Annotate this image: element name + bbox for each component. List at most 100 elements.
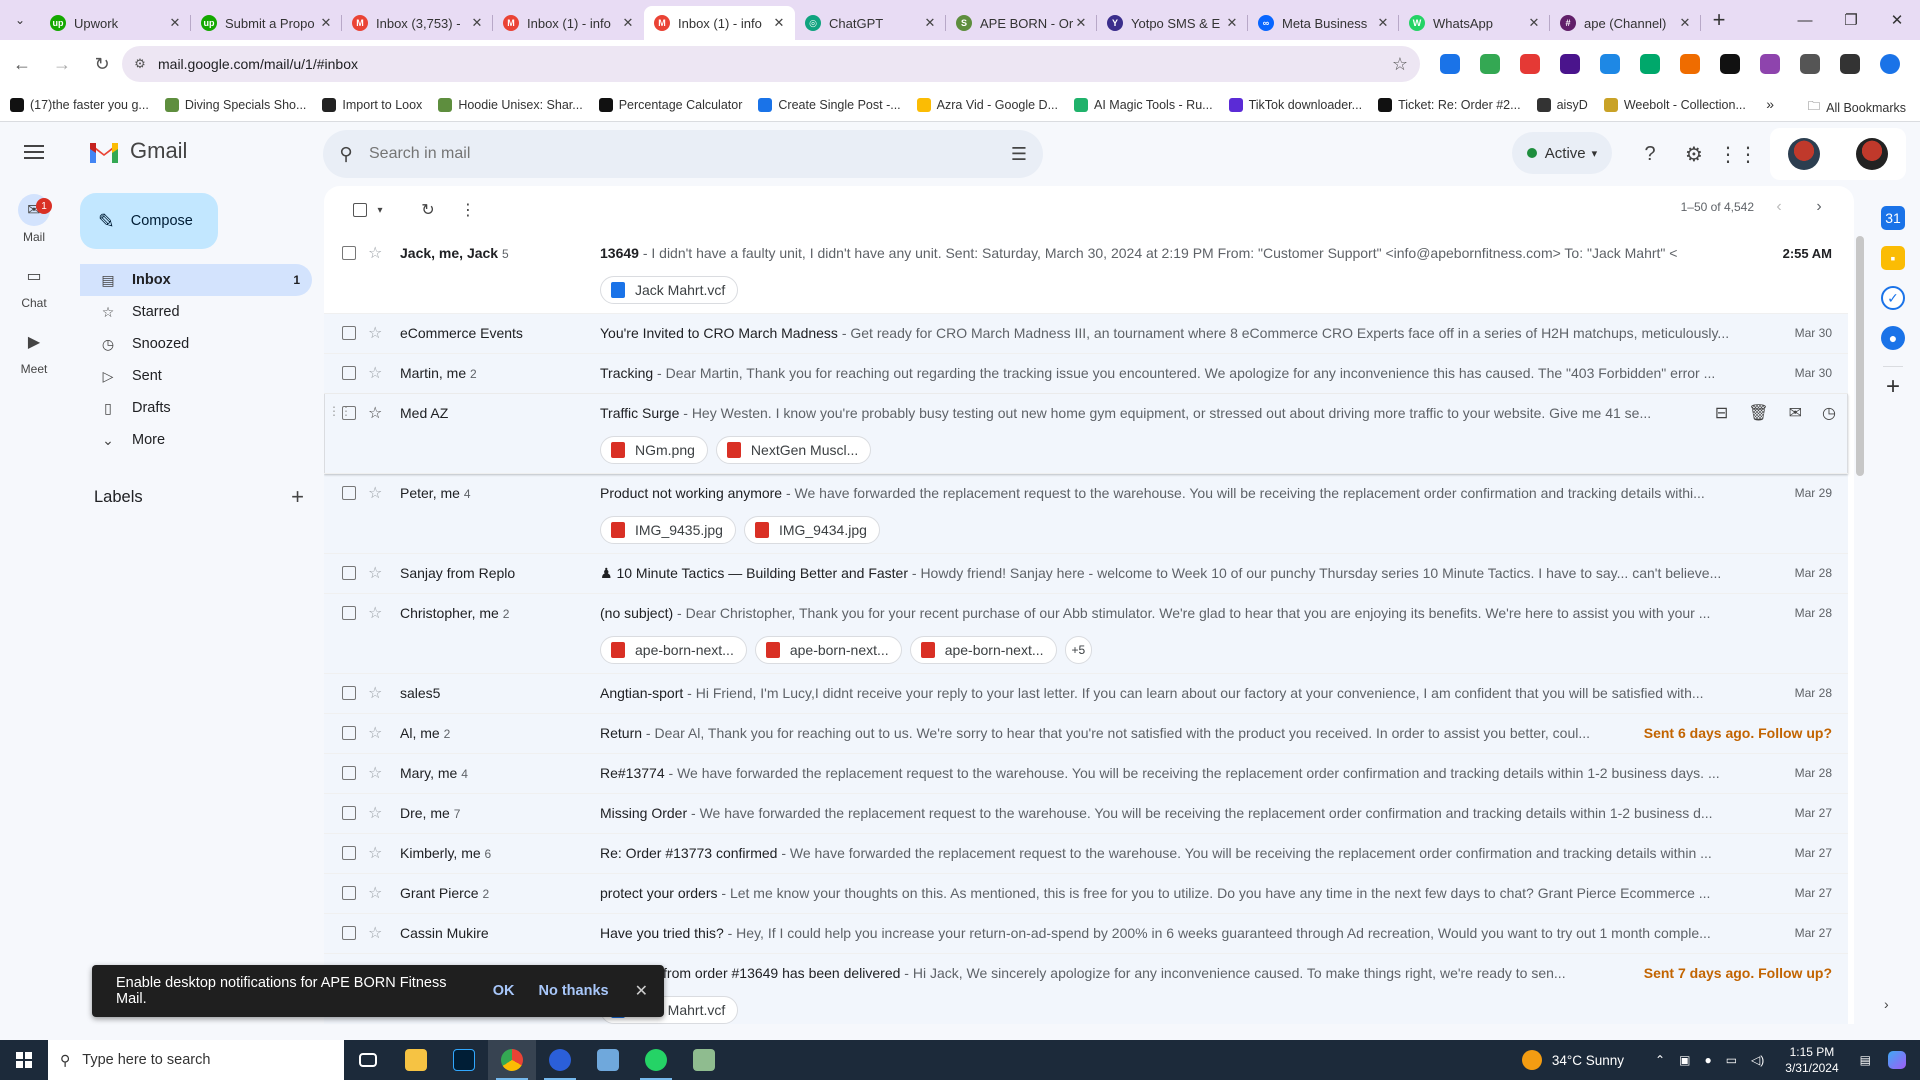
nav-item-sent[interactable]: ▷ Sent (80, 360, 312, 392)
taskbar-search[interactable]: ⚲ Type here to search (48, 1040, 344, 1080)
compose-button[interactable]: ✎ Compose (80, 193, 218, 249)
row-checkbox[interactable] (342, 246, 356, 260)
app-icon[interactable] (584, 1040, 632, 1080)
email-row[interactable]: ☆ sales5 Angtian-sport - Hi Friend, I'm Lu… (324, 674, 1848, 714)
rail-item-meet[interactable]: ▶ Meet (0, 318, 68, 384)
mic-icon[interactable]: ● (1704, 1053, 1711, 1067)
attachment-chip[interactable]: IMG_9435.jpg (600, 516, 736, 544)
all-bookmarks-button[interactable]: 🗀 All Bookmarks (1808, 97, 1906, 118)
star-icon[interactable]: ☆ (368, 883, 382, 903)
row-checkbox[interactable] (342, 486, 356, 500)
email-row[interactable]: ⋮⋮ ☆ Med AZ Traffic Surge - Hey Westen. I k… (324, 394, 1848, 474)
tray-chevron-icon[interactable]: ⌃ (1655, 1053, 1665, 1067)
snooze-icon[interactable]: ◷ (1822, 403, 1836, 423)
attachment-chip[interactable]: NGm.png (600, 436, 708, 464)
browser-tab[interactable]: M Inbox (1) - info ✕ (493, 6, 644, 40)
attachment-chip[interactable]: NextGen Muscl... (715, 436, 872, 464)
star-icon[interactable]: ☆ (368, 403, 382, 423)
tab-close-icon[interactable]: ✕ (469, 15, 485, 31)
network-icon[interactable]: ▭ (1726, 1053, 1737, 1067)
extension-icon[interactable] (1520, 54, 1540, 74)
row-checkbox[interactable] (342, 566, 356, 580)
tab-close-icon[interactable]: ✕ (1375, 15, 1391, 31)
photoshop-icon[interactable] (440, 1040, 488, 1080)
row-checkbox[interactable] (342, 606, 356, 620)
search-icon[interactable]: ⚲ (323, 144, 369, 165)
keep-icon[interactable]: ▪ (1881, 246, 1905, 270)
apps-grid-icon[interactable]: ⋮⋮ (1718, 134, 1758, 174)
extension-icon[interactable] (1760, 54, 1780, 74)
row-checkbox[interactable] (342, 766, 356, 780)
row-checkbox[interactable] (342, 726, 356, 740)
weather-widget[interactable]: 34°C Sunny (1521, 1050, 1624, 1070)
snackbar-ok-button[interactable]: OK (493, 983, 515, 999)
star-icon[interactable]: ☆ (368, 483, 382, 503)
tab-close-icon[interactable]: ✕ (1677, 15, 1693, 31)
bookmark-item[interactable]: Create Single Post -... (758, 97, 901, 112)
calendar-icon[interactable]: 31 (1881, 206, 1905, 230)
email-row[interactable]: ☆ Kimberly, me 6 Re: Order #13773 confirme… (324, 834, 1848, 874)
tab-close-icon[interactable]: ✕ (1073, 15, 1089, 31)
bookmark-item[interactable]: Percentage Calculator (598, 97, 742, 112)
mark-unread-icon[interactable]: ✉ (1789, 403, 1802, 423)
email-row[interactable]: ☆ Martin, me 2 Tracking - Dear Martin, Tha… (324, 354, 1848, 394)
row-checkbox[interactable] (342, 326, 356, 340)
help-icon[interactable]: ? (1630, 134, 1670, 174)
minimize-icon[interactable]: — (1782, 0, 1828, 40)
puzzle-icon[interactable] (1800, 54, 1820, 74)
extension-icon[interactable] (1720, 54, 1740, 74)
row-checkbox[interactable] (342, 686, 356, 700)
more-options-icon[interactable]: ⋮ (450, 192, 486, 228)
email-row[interactable]: ☆ Sanjay from Replo ♟ 10 Minute Tactics — … (324, 554, 1848, 594)
nav-item-snoozed[interactable]: ◷ Snoozed (80, 328, 312, 360)
email-row[interactable]: ☆ Mary, me 4 Re#13774 - We have forwarded … (324, 754, 1848, 794)
star-icon[interactable]: ☆ (368, 323, 382, 343)
app-icon[interactable] (680, 1040, 728, 1080)
side-panel-icon[interactable] (1840, 54, 1860, 74)
url-text[interactable]: mail.google.com/mail/u/1/#inbox (158, 56, 1380, 72)
profile-avatar[interactable] (1880, 54, 1900, 74)
clock[interactable]: 1:15 PM 3/31/2024 (1785, 1044, 1838, 1076)
rail-item-mail[interactable]: ✉ Mail 1 (0, 186, 68, 252)
row-checkbox[interactable] (342, 806, 356, 820)
browser-tab[interactable]: ◎ ChatGPT ✕ (795, 6, 946, 40)
nav-item-inbox[interactable]: ▤ Inbox 1 (80, 264, 312, 296)
browser-tab[interactable]: M Inbox (3,753) - ✕ (342, 6, 493, 40)
tab-close-icon[interactable]: ✕ (620, 15, 636, 31)
tab-close-icon[interactable]: ✕ (771, 15, 787, 31)
bookmark-item[interactable]: Azra Vid - Google D... (916, 97, 1058, 112)
row-checkbox[interactable] (342, 886, 356, 900)
browser-tab[interactable]: up Upwork ✕ (40, 6, 191, 40)
tasks-icon[interactable]: ✓ (1881, 286, 1905, 310)
forward-icon[interactable]: → (44, 46, 80, 82)
site-info-icon[interactable]: ⚙ (122, 56, 158, 72)
reload-icon[interactable]: ↻ (84, 46, 120, 82)
tab-close-icon[interactable]: ✕ (922, 15, 938, 31)
email-row[interactable]: ☆ Jack, me, Jack 5 13649 - I didn't have a… (324, 234, 1848, 314)
tab-close-icon[interactable]: ✕ (167, 15, 183, 31)
bookmark-item[interactable]: AI Magic Tools - Ru... (1074, 97, 1213, 112)
browser-tab[interactable]: Y Yotpo SMS & E ✕ (1097, 6, 1248, 40)
bookmark-item[interactable]: TikTok downloader... (1228, 97, 1362, 112)
browser-tab[interactable]: # ape (Channel) ✕ (1550, 6, 1701, 40)
browser-tab[interactable]: W WhatsApp ✕ (1399, 6, 1550, 40)
row-checkbox[interactable] (342, 366, 356, 380)
account-switcher[interactable] (1770, 128, 1906, 180)
extension-icon[interactable] (1560, 54, 1580, 74)
bookmarks-overflow-icon[interactable]: » (1766, 96, 1774, 112)
snackbar-close-icon[interactable]: ✕ (635, 981, 648, 1001)
status-dropdown[interactable]: Active ▾ (1512, 132, 1612, 174)
file-explorer-icon[interactable] (392, 1040, 440, 1080)
tab-close-icon[interactable]: ✕ (1224, 15, 1240, 31)
extension-icon[interactable] (1640, 54, 1660, 74)
nav-item-more[interactable]: ⌄ More (80, 424, 312, 456)
attachment-chip[interactable]: ape-born-next... (754, 636, 902, 664)
expand-panel-icon[interactable]: › (1884, 996, 1889, 1012)
contacts-icon[interactable]: ● (1881, 326, 1905, 350)
app-icon[interactable] (536, 1040, 584, 1080)
archive-icon[interactable]: ⊟ (1715, 403, 1728, 423)
extension-icon[interactable] (1600, 54, 1620, 74)
attachment-chip[interactable]: IMG_9434.jpg (743, 516, 880, 544)
get-addons-icon[interactable]: + (1866, 373, 1920, 401)
email-row[interactable]: ☆ Al, me 2 Return - Dear Al, Thank you for… (324, 714, 1848, 754)
